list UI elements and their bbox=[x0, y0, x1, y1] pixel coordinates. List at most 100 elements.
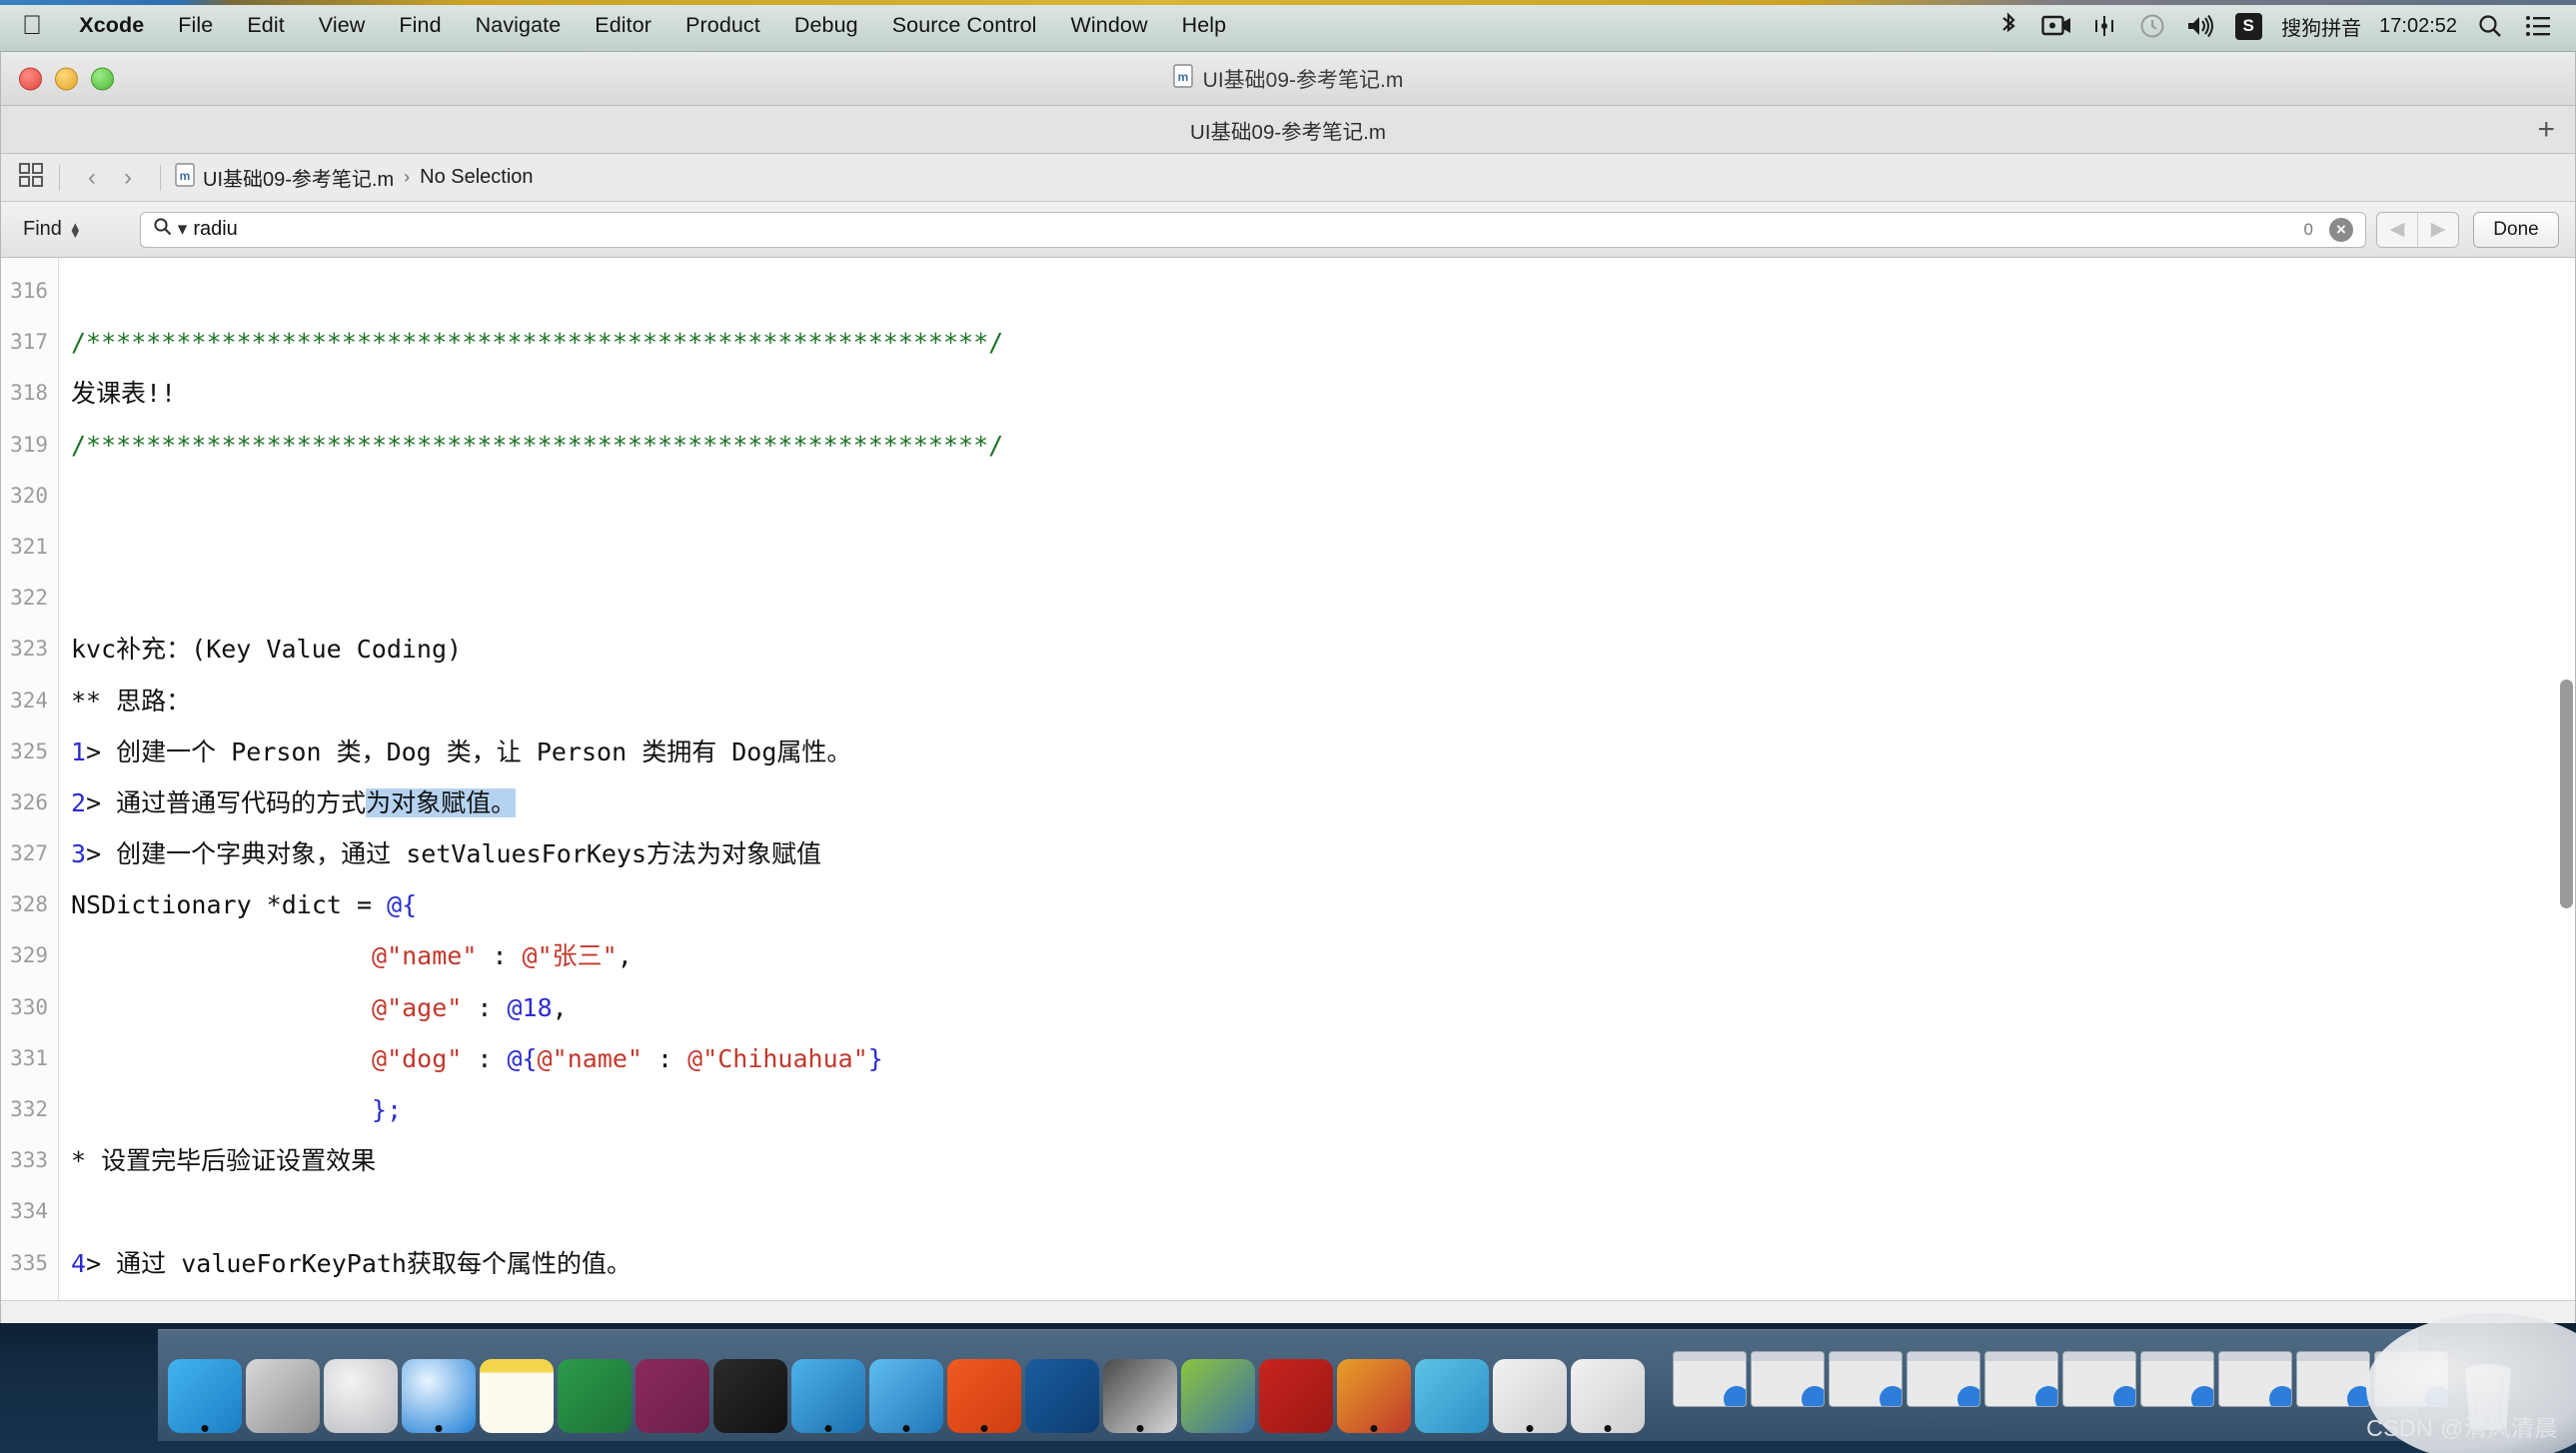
code-line[interactable]: 1> 创建一个 Person 类，Dog 类，让 Person 类拥有 Dog属… bbox=[71, 726, 2575, 777]
search-icon[interactable] bbox=[2466, 0, 2514, 52]
dock-item[interactable] bbox=[402, 1339, 476, 1433]
minimized-window-xcode-3[interactable] bbox=[1984, 1351, 2058, 1407]
code-line[interactable] bbox=[71, 522, 2575, 573]
menu-view[interactable]: View bbox=[302, 13, 383, 38]
dock-item[interactable] bbox=[1415, 1339, 1489, 1433]
dock-minimized-item[interactable] bbox=[1829, 1339, 1903, 1433]
screen-record-icon[interactable] bbox=[2032, 0, 2080, 52]
clock-icon[interactable] bbox=[2128, 0, 2176, 52]
code-line[interactable]: }; bbox=[71, 1084, 2575, 1135]
airdrop-icon[interactable] bbox=[2080, 0, 2128, 52]
dock-minimized-item[interactable] bbox=[1984, 1339, 2058, 1433]
code-line[interactable]: 4> 通过 valueForKeyPath获取每个属性的值。 bbox=[71, 1238, 2575, 1289]
find-mode-selector[interactable]: Find ▲ ▼ bbox=[23, 218, 82, 241]
chevron-down-icon[interactable]: ▾ bbox=[178, 218, 188, 241]
dock-item[interactable] bbox=[558, 1339, 632, 1433]
excel-icon[interactable] bbox=[558, 1359, 632, 1433]
code-line[interactable] bbox=[71, 573, 2575, 624]
find-next-button[interactable]: ▶ bbox=[2418, 213, 2458, 247]
dock-item[interactable] bbox=[1259, 1339, 1333, 1433]
dock-minimized-item[interactable] bbox=[2062, 1339, 2136, 1433]
clear-icon[interactable]: × bbox=[2329, 217, 2353, 242]
dock-item[interactable] bbox=[1493, 1339, 1567, 1433]
minimized-window-preview[interactable] bbox=[1829, 1351, 1903, 1407]
menu-help[interactable]: Help bbox=[1165, 13, 1244, 38]
dock-minimized-item[interactable] bbox=[1751, 1339, 1825, 1433]
related-items-icon[interactable] bbox=[17, 161, 45, 194]
code-line[interactable]: /***************************************… bbox=[71, 317, 2575, 368]
dock-minimized-item[interactable] bbox=[2140, 1339, 2214, 1433]
source-editor[interactable]: 316 317 318 319 320 321 322 323 324 325 326 327 328 3… bbox=[1, 258, 2575, 1323]
chevron-left-icon[interactable]: ‹ bbox=[74, 164, 110, 192]
dock-item[interactable] bbox=[791, 1339, 865, 1433]
dock-item[interactable] bbox=[168, 1339, 242, 1433]
menu-file[interactable]: File bbox=[161, 13, 230, 38]
notes-icon[interactable] bbox=[480, 1359, 554, 1433]
launchpad-icon[interactable] bbox=[324, 1359, 398, 1433]
minimized-window-xcode-1[interactable] bbox=[1751, 1351, 1825, 1407]
find-previous-button[interactable]: ◀ bbox=[2377, 213, 2417, 247]
finder-icon[interactable] bbox=[168, 1359, 242, 1433]
imovie-icon[interactable] bbox=[1103, 1359, 1177, 1433]
menu-debug[interactable]: Debug bbox=[777, 13, 875, 38]
dock-item[interactable] bbox=[1103, 1339, 1177, 1433]
minimized-window-xcode-5[interactable] bbox=[2140, 1351, 2214, 1407]
system-preferences-icon[interactable] bbox=[246, 1359, 320, 1433]
chevron-right-icon[interactable]: › bbox=[110, 164, 146, 192]
input-method-badge[interactable]: S bbox=[2224, 0, 2272, 52]
dock-minimized-item[interactable] bbox=[2218, 1339, 2292, 1433]
volume-icon[interactable] bbox=[2176, 0, 2224, 52]
code-content[interactable]: /***************************************… bbox=[59, 258, 2575, 1323]
minimize-button[interactable] bbox=[55, 67, 78, 90]
dock-item[interactable] bbox=[1025, 1339, 1099, 1433]
dock-item[interactable] bbox=[246, 1339, 320, 1433]
menu-edit[interactable]: Edit bbox=[230, 13, 301, 38]
onenote-icon[interactable] bbox=[636, 1359, 709, 1433]
xcode-icon[interactable] bbox=[791, 1359, 865, 1433]
code-line[interactable]: @"name" : @"张三", bbox=[71, 930, 2575, 981]
apple-icon[interactable]:  bbox=[22, 12, 42, 39]
minimized-window-xcode-6[interactable] bbox=[2296, 1351, 2370, 1407]
code-line[interactable]: @"dog" : @{@"name" : @"Chihuahua"} bbox=[71, 1033, 2575, 1084]
keynote-icon[interactable] bbox=[1493, 1359, 1567, 1433]
simulator-icon[interactable] bbox=[869, 1359, 943, 1433]
breadcrumb-selection[interactable]: No Selection bbox=[420, 166, 533, 189]
ime-label[interactable]: 搜狗拼音 bbox=[2272, 12, 2370, 41]
menu-window[interactable]: Window bbox=[1054, 13, 1165, 38]
dock-item[interactable] bbox=[713, 1339, 787, 1433]
dock-minimized-item[interactable] bbox=[2296, 1339, 2370, 1433]
code-line[interactable] bbox=[71, 471, 2575, 522]
dock-item[interactable] bbox=[636, 1339, 709, 1433]
close-button[interactable] bbox=[19, 67, 42, 90]
dock-minimized-item[interactable] bbox=[1673, 1339, 1747, 1433]
terminal-icon[interactable] bbox=[713, 1359, 787, 1433]
code-line[interactable]: 发课表!! bbox=[71, 368, 2575, 419]
dock-item[interactable] bbox=[947, 1339, 1021, 1433]
add-tab-button[interactable]: + bbox=[2537, 114, 2555, 145]
snip-icon[interactable] bbox=[1025, 1359, 1099, 1433]
code-line[interactable]: @"age" : @18, bbox=[71, 982, 2575, 1033]
breadcrumb-file[interactable]: UI基础09-参考笔记.m bbox=[203, 163, 394, 192]
minimized-window-xcode-2[interactable] bbox=[1907, 1351, 1980, 1407]
bluetooth-icon[interactable] bbox=[1984, 0, 2032, 52]
tab-active[interactable]: UI基础09-参考笔记.m bbox=[1190, 115, 1386, 145]
filezilla-icon[interactable] bbox=[1259, 1359, 1333, 1433]
dock-item[interactable] bbox=[869, 1339, 943, 1433]
code-line[interactable]: ** 思路： bbox=[71, 676, 2575, 726]
keynote2-icon[interactable] bbox=[1571, 1359, 1645, 1433]
dock-item[interactable] bbox=[324, 1339, 398, 1433]
safari-icon[interactable] bbox=[402, 1359, 476, 1433]
code-line[interactable]: 3> 创建一个字典对象，通过 setValuesForKeys方法为对象赋值 bbox=[71, 828, 2575, 879]
zoom-button[interactable] bbox=[91, 67, 114, 90]
search-input[interactable]: ▾ radiu 0 × bbox=[139, 211, 2366, 248]
code-line[interactable]: kvc补充：(Key Value Coding) bbox=[71, 624, 2575, 675]
menu-find[interactable]: Find bbox=[382, 13, 458, 38]
mweb-icon[interactable] bbox=[1181, 1359, 1255, 1433]
code-line[interactable] bbox=[71, 1186, 2575, 1237]
dock-item[interactable] bbox=[1571, 1339, 1645, 1433]
code-line[interactable]: 2> 通过普通写代码的方式为对象赋值。 bbox=[71, 777, 2575, 828]
sketch-icon[interactable] bbox=[1415, 1359, 1489, 1433]
code-line[interactable] bbox=[71, 266, 2575, 317]
parallels-icon[interactable] bbox=[1337, 1359, 1411, 1433]
code-line[interactable]: * 设置完毕后验证设置效果 bbox=[71, 1135, 2575, 1186]
